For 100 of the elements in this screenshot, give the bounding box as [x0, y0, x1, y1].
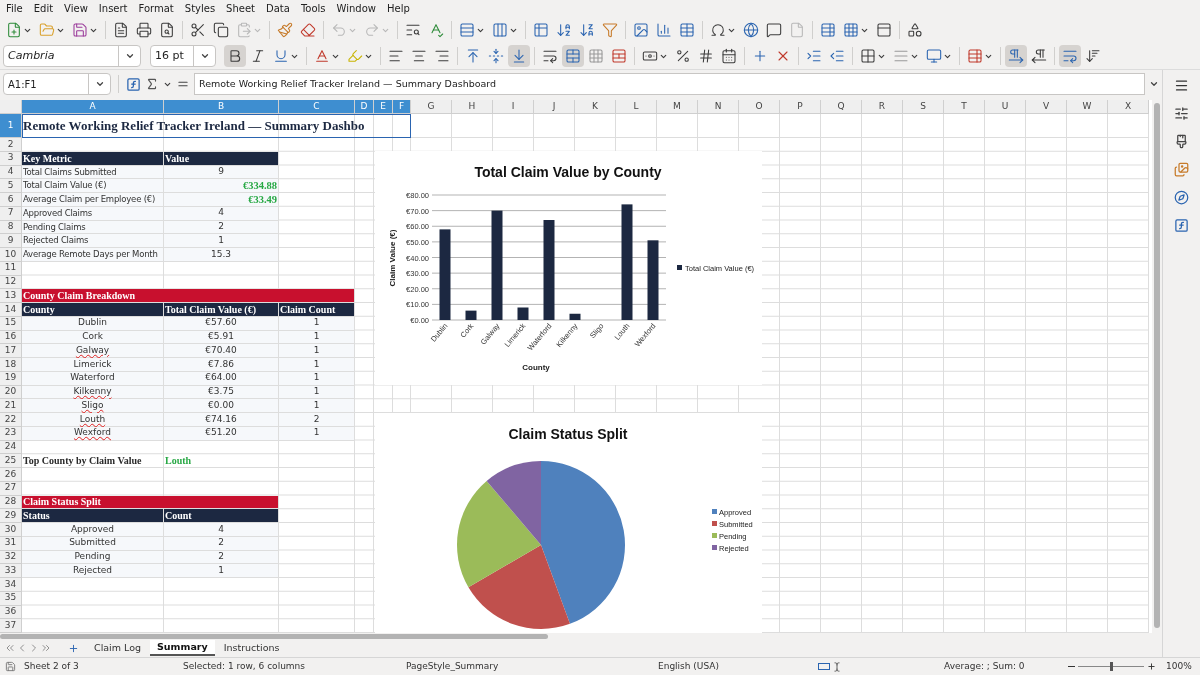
column-header[interactable]: L: [616, 100, 657, 114]
row-header[interactable]: 17: [0, 344, 22, 358]
function-wizard-icon[interactable]: [126, 76, 141, 92]
column-header[interactable]: M: [657, 100, 698, 114]
formula-input[interactable]: Remote Working Relief Tracker Ireland — Summary Dashboard: [194, 73, 1145, 95]
column-header[interactable]: V: [1026, 100, 1067, 114]
left-to-right-icon[interactable]: [1005, 45, 1027, 67]
bold-icon[interactable]: [224, 45, 246, 67]
menu-item[interactable]: Data: [266, 1, 290, 16]
font-name-field[interactable]: Cambria: [3, 45, 141, 67]
column-header[interactable]: D: [355, 100, 374, 114]
menu-item[interactable]: Edit: [33, 1, 54, 16]
table-cell: Rejected: [22, 564, 164, 578]
column-header[interactable]: U: [985, 100, 1026, 114]
vertical-scrollbar[interactable]: [1154, 103, 1160, 628]
special-character-icon[interactable]: [710, 22, 726, 38]
column-header[interactable]: B: [164, 100, 279, 114]
menu-item[interactable]: Styles: [184, 1, 216, 16]
sum-icon[interactable]: [145, 77, 159, 91]
row-header[interactable]: 22: [0, 413, 22, 427]
menu-icon[interactable]: [1174, 78, 1189, 93]
name-box[interactable]: A1:F1: [3, 73, 111, 95]
row-header[interactable]: 34: [0, 578, 22, 592]
functions-icon[interactable]: [1174, 218, 1189, 233]
add-sheet-icon[interactable]: [68, 642, 79, 654]
row-header[interactable]: 10: [0, 248, 22, 262]
menu-item[interactable]: Tools: [300, 1, 326, 16]
menu-item[interactable]: View: [64, 1, 88, 16]
column-header[interactable]: N: [698, 100, 739, 114]
underline-icon[interactable]: [273, 48, 289, 64]
row-header[interactable]: 25: [0, 454, 22, 468]
sheet-tab[interactable]: Summary: [150, 640, 215, 656]
row-header[interactable]: 13: [0, 289, 22, 303]
toolbar-separator: [182, 21, 183, 39]
column-header[interactable]: C: [279, 100, 355, 114]
freeze-cells-icon[interactable]: [843, 22, 859, 38]
selection-mode-icon[interactable]: [818, 663, 830, 670]
column-header[interactable]: J: [534, 100, 575, 114]
sheet-tab[interactable]: Claim Log: [87, 640, 148, 656]
zoom-in-icon[interactable]: [1147, 662, 1156, 671]
zoom-slider-thumb[interactable]: [1109, 662, 1113, 671]
row-header[interactable]: 30: [0, 523, 22, 537]
column-header[interactable]: I: [493, 100, 534, 114]
row-header[interactable]: 33: [0, 564, 22, 578]
menu-item[interactable]: Sheet: [226, 1, 256, 16]
column-header[interactable]: K: [575, 100, 616, 114]
toolbar-separator: [451, 21, 452, 39]
sheet-tab[interactable]: Instructions: [216, 640, 287, 656]
column-header[interactable]: O: [739, 100, 780, 114]
row-header[interactable]: 18: [0, 358, 22, 372]
column-header[interactable]: X: [1108, 100, 1149, 114]
insert-mode-icon[interactable]: [832, 661, 842, 672]
text-direction-icon[interactable]: [1059, 45, 1081, 67]
row-header[interactable]: 9: [0, 234, 22, 248]
row-header[interactable]: 29: [0, 509, 22, 523]
column-header[interactable]: E: [374, 100, 393, 114]
menu-item[interactable]: File: [6, 1, 23, 16]
borders-icon[interactable]: [860, 48, 876, 64]
legend-swatch: [712, 509, 717, 514]
merge-center-icon[interactable]: [562, 45, 584, 67]
column-header[interactable]: R: [862, 100, 903, 114]
table-cell: 1: [279, 358, 355, 372]
column-header[interactable]: T: [944, 100, 985, 114]
properties-icon[interactable]: [1174, 106, 1189, 121]
border-color-icon[interactable]: [926, 48, 942, 64]
menu-item[interactable]: Insert: [98, 1, 128, 16]
row-header[interactable]: 37: [0, 619, 22, 633]
table-cell: Approved: [22, 523, 164, 537]
font-color-icon[interactable]: [314, 48, 330, 64]
column-header[interactable]: F: [393, 100, 411, 114]
row-header[interactable]: 2: [0, 138, 22, 152]
first-sheet-icon[interactable]: [4, 642, 16, 654]
gallery-icon[interactable]: [1174, 162, 1189, 177]
menu-item[interactable]: Help: [387, 1, 410, 16]
column-header[interactable]: S: [903, 100, 944, 114]
column-header[interactable]: P: [780, 100, 821, 114]
save-icon[interactable]: [72, 22, 88, 38]
horizontal-scrollbar[interactable]: [0, 633, 548, 639]
column-header[interactable]: Q: [821, 100, 862, 114]
row-header[interactable]: 6: [0, 193, 22, 207]
row-header[interactable]: 14: [0, 303, 22, 317]
column-header[interactable]: W: [1067, 100, 1108, 114]
zoom-level[interactable]: 100%: [1166, 659, 1192, 674]
currency-icon[interactable]: [642, 48, 658, 64]
row-header[interactable]: 21: [0, 399, 22, 413]
styles-icon[interactable]: [1174, 134, 1189, 149]
column-header[interactable]: G: [411, 100, 452, 114]
expand-formula-icon[interactable]: [1149, 79, 1159, 89]
align-bottom-icon[interactable]: [508, 45, 530, 67]
column-header[interactable]: A: [22, 100, 164, 114]
column-header[interactable]: H: [452, 100, 493, 114]
navigator-icon[interactable]: [1174, 190, 1189, 205]
row-header[interactable]: 1: [0, 114, 22, 138]
row-header[interactable]: 26: [0, 468, 22, 482]
last-sheet-icon[interactable]: [40, 642, 52, 654]
menu-item[interactable]: Window: [336, 1, 376, 16]
toolbar-separator: [798, 47, 799, 65]
row-header[interactable]: 5: [0, 179, 22, 193]
menu-item[interactable]: Format: [138, 1, 174, 16]
font-size-field[interactable]: 16 pt: [150, 45, 216, 67]
